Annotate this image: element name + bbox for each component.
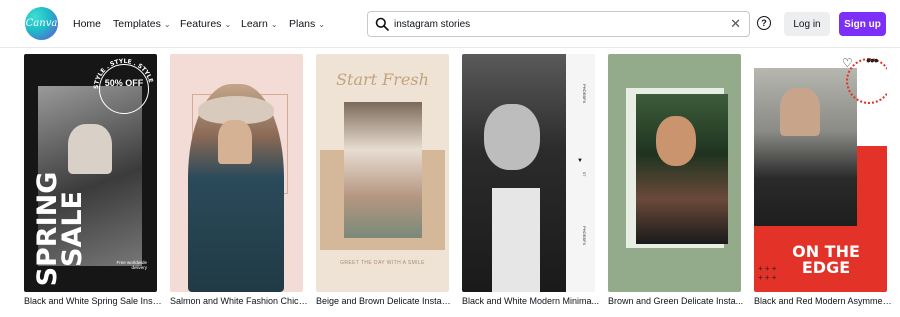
promo-ring: STYLE . STYLE . STYLE bbox=[93, 58, 154, 89]
close-icon[interactable]: ✕ bbox=[730, 16, 741, 32]
template-caption[interactable]: Black and White Spring Sale Inst... bbox=[24, 296, 162, 306]
chevron-down-icon: ⌄ bbox=[318, 19, 325, 29]
logo-text: Canva bbox=[25, 18, 58, 29]
template-caption[interactable]: Beige and Brown Delicate Instag... bbox=[316, 296, 454, 306]
nav-home-label: Home bbox=[73, 18, 102, 30]
chevron-down-icon: ⌄ bbox=[163, 19, 171, 29]
template-card-spring-sale[interactable]: SPRING SALE 50% OFF STYLE . STYLE . STYL… bbox=[24, 54, 157, 292]
login-button[interactable]: Log in bbox=[784, 12, 830, 36]
face-image bbox=[656, 116, 696, 166]
chevron-down-icon: ⌄ bbox=[270, 19, 278, 29]
nav-learn-label: Learn bbox=[241, 18, 268, 30]
svg-text:STYLE . STYLE . STYLE: STYLE . STYLE . STYLE bbox=[93, 58, 154, 89]
side-text-top: PHOEBFX bbox=[582, 84, 587, 104]
top-navigation-bar: Canva Home Templates ⌄ Features ⌄ Learn ⌄ P… bbox=[0, 0, 900, 48]
template-caption[interactable]: Brown and Green Delicate Insta... bbox=[608, 296, 746, 306]
heart-icon[interactable]: ♡ bbox=[842, 56, 853, 70]
side-text-mid: 07 bbox=[582, 172, 587, 177]
plus-pattern: + + + + + + bbox=[758, 264, 777, 282]
face-image bbox=[780, 88, 820, 136]
chevron-down-icon: ⌄ bbox=[224, 19, 232, 29]
search-bar[interactable]: ✕ bbox=[367, 11, 750, 37]
template-caption[interactable]: Salmon and White Fashion Chic I... bbox=[170, 296, 308, 306]
red-accent-block bbox=[857, 146, 887, 226]
arrow-icon: ▼ bbox=[577, 158, 583, 164]
promo-ring-text: STYLE . STYLE . STYLE bbox=[93, 58, 154, 89]
template-caption[interactable]: Black and Red Modern Asymmet... bbox=[754, 296, 892, 306]
nav-learn[interactable]: Learn ⌄ bbox=[241, 0, 278, 48]
help-glyph: ? bbox=[761, 18, 767, 28]
on-the-edge-headline: ON THE EDGE bbox=[792, 242, 860, 277]
face-image bbox=[484, 104, 540, 170]
side-text-bottom: PHOEBFX bbox=[582, 226, 587, 246]
template-photo bbox=[344, 102, 422, 238]
template-card-beige-delicate[interactable]: Start Fresh GREET THE DAY WITH A SMILE bbox=[316, 54, 449, 292]
template-card-brown-green[interactable] bbox=[608, 54, 741, 292]
login-label: Log in bbox=[793, 18, 821, 30]
signup-button[interactable]: Sign up bbox=[839, 12, 886, 36]
template-card-black-red[interactable]: ON THE EDGE + + + + + + ♡ ••• bbox=[754, 54, 887, 292]
nav-home[interactable]: Home bbox=[73, 0, 101, 48]
nav-templates[interactable]: Templates ⌄ bbox=[113, 0, 171, 48]
search-input[interactable] bbox=[394, 15, 714, 33]
more-options-icon[interactable]: ••• bbox=[866, 54, 879, 68]
nav-features[interactable]: Features ⌄ bbox=[180, 0, 231, 48]
template-caption[interactable]: Black and White Modern Minima... bbox=[462, 296, 600, 306]
spring-sale-headline: SPRING SALE bbox=[32, 171, 88, 287]
script-heading: Start Fresh bbox=[336, 70, 429, 89]
nav-plans-label: Plans bbox=[289, 18, 316, 30]
nav-plans[interactable]: Plans ⌄ bbox=[289, 0, 325, 48]
nav-templates-label: Templates bbox=[113, 18, 161, 30]
template-card-modern-minimal[interactable]: PHOEBFX ▼ 07 PHOEBFX bbox=[462, 54, 595, 292]
tagline-text: GREET THE DAY WITH A SMILE bbox=[340, 260, 425, 266]
delivery-text: Free worldwide delivery bbox=[116, 260, 147, 270]
nav-features-label: Features bbox=[180, 18, 222, 30]
help-icon[interactable]: ? bbox=[757, 16, 771, 30]
search-icon bbox=[375, 17, 389, 31]
signup-label: Sign up bbox=[844, 18, 881, 30]
shirt-image bbox=[492, 188, 540, 292]
canva-logo[interactable]: Canva bbox=[25, 7, 58, 40]
face-image bbox=[218, 120, 252, 164]
template-card-fashion-chic[interactable] bbox=[170, 54, 303, 292]
